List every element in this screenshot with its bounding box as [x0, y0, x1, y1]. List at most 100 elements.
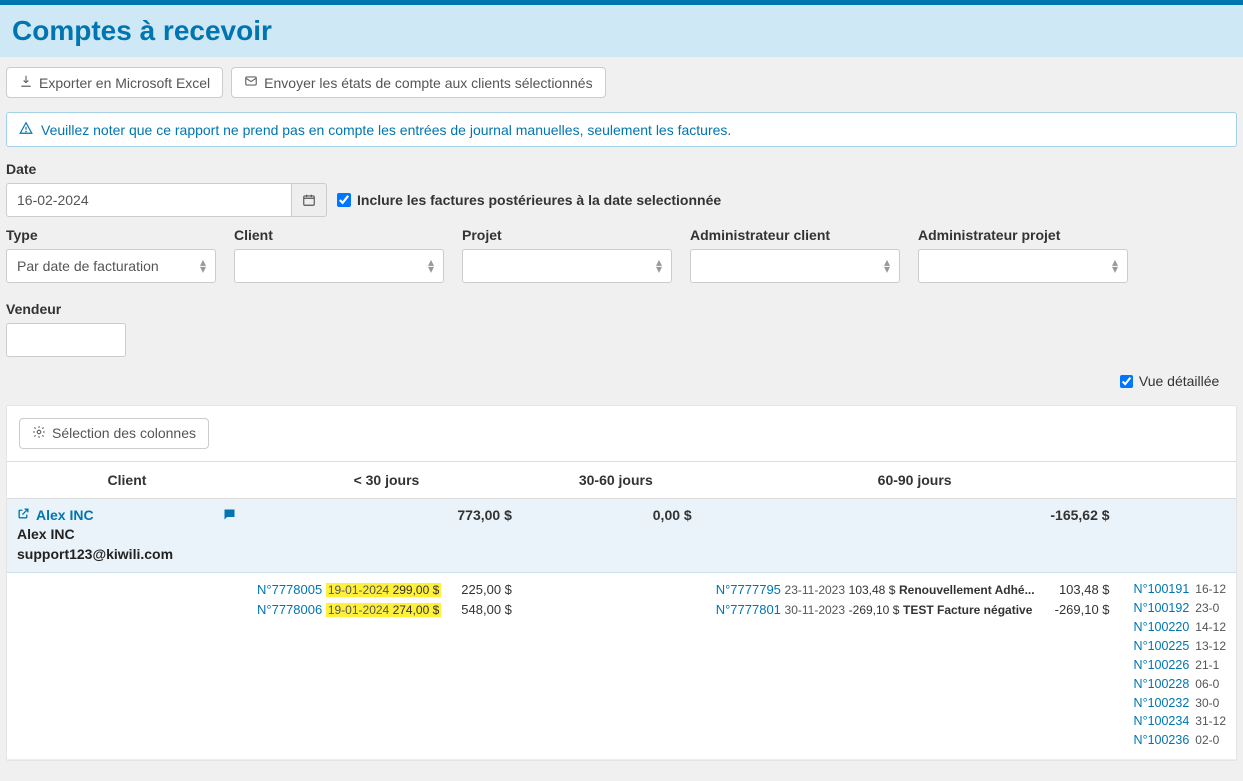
results-panel: Sélection des colonnes Client < 30 jours…: [6, 405, 1237, 762]
admin-client-label: Administrateur client: [690, 227, 900, 243]
th-3060: 30-60 jours: [526, 461, 706, 498]
invoice-line: N°7778005 19-01-2024 299,00 $: [257, 581, 441, 599]
invoice-link[interactable]: N°7777795: [716, 582, 781, 597]
invoice-link[interactable]: N°100226: [1134, 657, 1190, 674]
total-3060: 0,00 $: [526, 498, 706, 573]
send-statements-label: Envoyer les états de compte aux clients …: [264, 75, 592, 91]
invoice-link[interactable]: N°100192: [1134, 600, 1190, 617]
admin-project-label: Administrateur projet: [918, 227, 1128, 243]
view-options: Vue détaillée: [0, 367, 1243, 401]
invoice-link[interactable]: N°100234: [1134, 713, 1190, 730]
invoice-date: 06-0: [1195, 676, 1219, 692]
d3060-subtotals: [608, 573, 706, 760]
receivables-table: Client < 30 jours 30-60 jours 60-90 jour…: [7, 461, 1236, 761]
invoice-link[interactable]: N°100191: [1134, 581, 1190, 598]
vendor-select[interactable]: [6, 323, 126, 357]
mail-icon: [244, 74, 258, 91]
admin-project-select[interactable]: [918, 249, 1128, 283]
lt30-invoices: N°7778005 19-01-2024 299,00 $ N°7778006 …: [247, 573, 451, 760]
invoice-line: N°100192 23-0: [1134, 600, 1226, 617]
invoice-date: 23-0: [1195, 600, 1219, 616]
lt30-subtotals: 225,00 $ 548,00 $: [451, 573, 526, 760]
info-alert: Veuillez noter que ce rapport ne prend p…: [6, 112, 1237, 147]
th-client: Client: [7, 461, 247, 498]
include-future-text: Inclure les factures postérieures à la d…: [357, 192, 721, 208]
th-6090: 60-90 jours: [706, 461, 1124, 498]
client-email: support123@kiwili.com: [17, 545, 237, 564]
d6090-invoices: N°7777795 23-11-2023 103,48 $ Renouvelle…: [706, 573, 1045, 760]
column-selection-button[interactable]: Sélection des colonnes: [19, 418, 209, 449]
page-header: Comptes à recevoir: [0, 5, 1243, 57]
comment-icon[interactable]: [222, 507, 237, 526]
vendor-label: Vendeur: [6, 301, 126, 317]
client-select[interactable]: [234, 249, 444, 283]
action-toolbar: Exporter en Microsoft Excel Envoyer les …: [0, 57, 1243, 108]
page-title: Comptes à recevoir: [12, 15, 1231, 47]
export-excel-label: Exporter en Microsoft Excel: [39, 75, 210, 91]
client-label: Client: [234, 227, 444, 243]
total-lt30: 773,00 $: [247, 498, 526, 573]
download-icon: [19, 74, 33, 91]
invoice-line: N°100236 02-0: [1134, 732, 1226, 749]
detailed-view-checkbox[interactable]: [1120, 375, 1133, 388]
export-excel-button[interactable]: Exporter en Microsoft Excel: [6, 67, 223, 98]
project-label: Projet: [462, 227, 672, 243]
client-summary-row: Alex INC Alex INC support123@kiwili.com …: [7, 498, 1236, 573]
invoice-line: N°7778006 19-01-2024 274,00 $: [257, 601, 441, 619]
invoice-line: N°7777801 30-11-2023 -269,10 $ TEST Fact…: [716, 601, 1035, 619]
invoice-link[interactable]: N°7778005: [257, 582, 322, 597]
project-select[interactable]: [462, 249, 672, 283]
detailed-view-toggle[interactable]: Vue détaillée: [1120, 373, 1219, 389]
invoice-link[interactable]: N°100236: [1134, 732, 1190, 749]
invoice-link[interactable]: N°100220: [1134, 619, 1190, 636]
info-alert-text: Veuillez noter que ce rapport ne prend p…: [41, 122, 731, 138]
invoice-line: N°100191 16-12: [1134, 581, 1226, 598]
client-detail-row: N°7778005 19-01-2024 299,00 $ N°7778006 …: [7, 573, 1236, 760]
detailed-view-label: Vue détaillée: [1139, 373, 1219, 389]
invoice-link[interactable]: N°7778006: [257, 602, 322, 617]
type-label: Type: [6, 227, 216, 243]
invoice-link[interactable]: N°100232: [1134, 695, 1190, 712]
highlighted-span: 19-01-2024 274,00 $: [326, 603, 441, 617]
client-name: Alex INC: [36, 507, 94, 523]
external-link-icon: [17, 507, 30, 523]
client-legal-name: Alex INC: [17, 525, 237, 544]
filters-row-2: Type Par date de facturation ▴▾ Client ▴…: [0, 227, 1243, 367]
filters-row-1: Date Inclure les factures postérieures à…: [0, 161, 1243, 227]
invoice-link[interactable]: N°100225: [1134, 638, 1190, 655]
invoice-line: N°100232 30-0: [1134, 695, 1226, 712]
invoice-line: N°100228 06-0: [1134, 676, 1226, 693]
include-future-checkbox[interactable]: [337, 193, 351, 207]
admin-client-select[interactable]: [690, 249, 900, 283]
invoice-date: 16-12: [1195, 581, 1226, 597]
gear-icon: [32, 425, 46, 442]
client-link[interactable]: Alex INC: [17, 507, 94, 523]
warning-icon: [19, 121, 33, 138]
highlighted-span: 19-01-2024 299,00 $: [326, 583, 441, 597]
include-future-checkbox-label[interactable]: Inclure les factures postérieures à la d…: [337, 192, 721, 208]
invoice-line: N°10022513-12: [1134, 638, 1226, 655]
calendar-icon: [302, 193, 316, 207]
type-select[interactable]: Par date de facturation: [6, 249, 216, 283]
calendar-button[interactable]: [291, 183, 327, 217]
invoice-link[interactable]: N°7777801: [716, 602, 781, 617]
invoice-date: 31-12: [1195, 713, 1226, 729]
invoice-date: 30-0: [1195, 695, 1219, 711]
extra-invoices: N°10019116-12N°10019223-0N°10022014-12N°…: [1124, 573, 1236, 760]
invoice-line: N°100226 21-1: [1134, 657, 1226, 674]
th-lt30: < 30 jours: [247, 461, 526, 498]
invoice-date: 02-0: [1195, 732, 1219, 748]
invoice-line: N°7777795 23-11-2023 103,48 $ Renouvelle…: [716, 581, 1035, 599]
column-selection-label: Sélection des colonnes: [52, 425, 196, 441]
table-header-row: Client < 30 jours 30-60 jours 60-90 jour…: [7, 461, 1236, 498]
total-6090: -165,62 $: [706, 498, 1124, 573]
invoice-line: N°100234 31-12: [1134, 713, 1226, 730]
date-input[interactable]: [6, 183, 291, 217]
send-statements-button[interactable]: Envoyer les états de compte aux clients …: [231, 67, 605, 98]
invoice-link[interactable]: N°100228: [1134, 676, 1190, 693]
invoice-date: 21-1: [1195, 657, 1219, 673]
invoice-date: 14-12: [1195, 619, 1226, 635]
th-extra: [1124, 461, 1236, 498]
d6090-subtotals: 103,48 $ -269,10 $: [1045, 573, 1124, 760]
invoice-line: N°100220 14-12: [1134, 619, 1226, 636]
